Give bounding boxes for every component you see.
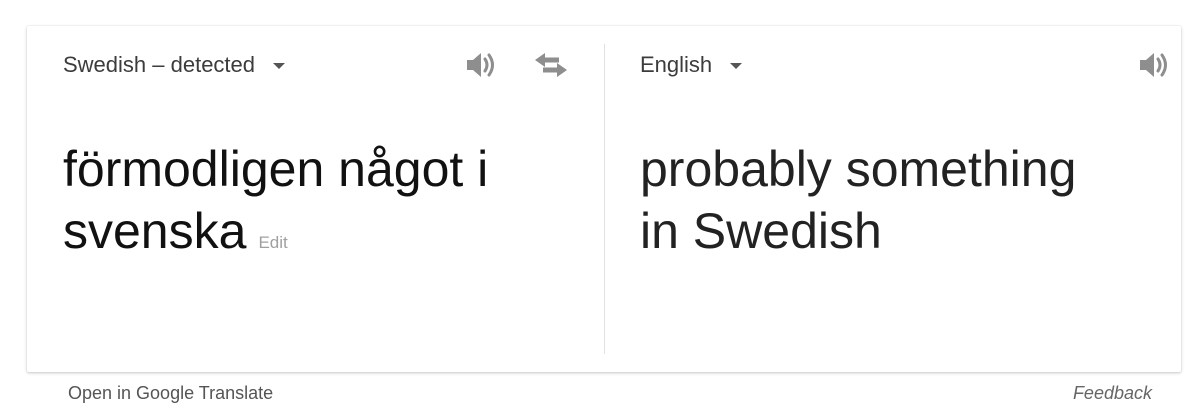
open-in-google-translate-link[interactable]: Open in Google Translate bbox=[68, 383, 273, 404]
swap-languages-icon bbox=[535, 53, 567, 77]
target-listen-button[interactable] bbox=[1136, 48, 1172, 82]
edit-link[interactable]: Edit bbox=[258, 233, 287, 252]
swap-languages-button[interactable] bbox=[533, 48, 569, 82]
translated-text: probably something in Swedish bbox=[640, 138, 1140, 262]
speaker-icon bbox=[467, 53, 494, 77]
source-text-line-2-wrap: svenska Edit bbox=[63, 200, 563, 274]
target-language-label: English bbox=[640, 52, 713, 77]
translated-text-line: probably something bbox=[640, 141, 1077, 197]
chevron-down-icon bbox=[273, 63, 286, 69]
target-language-select[interactable]: English bbox=[640, 52, 743, 78]
chevron-down-icon bbox=[730, 63, 743, 69]
feedback-link[interactable]: Feedback bbox=[1073, 383, 1152, 404]
source-text[interactable]: förmodligen något i svenska Edit bbox=[63, 138, 563, 274]
target-pane: English probably something in Swedish bbox=[604, 26, 1181, 372]
speaker-icon bbox=[1140, 53, 1167, 77]
source-language-select[interactable]: Swedish – detected bbox=[63, 52, 286, 78]
translated-text-line: in Swedish bbox=[640, 203, 882, 259]
source-pane: Swedish – detected förmodligen något i s… bbox=[27, 26, 604, 372]
source-listen-button[interactable] bbox=[463, 48, 499, 82]
source-text-line: förmodligen något i bbox=[63, 141, 489, 197]
source-language-label: Swedish – detected bbox=[63, 52, 256, 77]
source-text-line: svenska bbox=[63, 203, 247, 259]
translate-card: Swedish – detected förmodligen något i s… bbox=[27, 26, 1181, 372]
